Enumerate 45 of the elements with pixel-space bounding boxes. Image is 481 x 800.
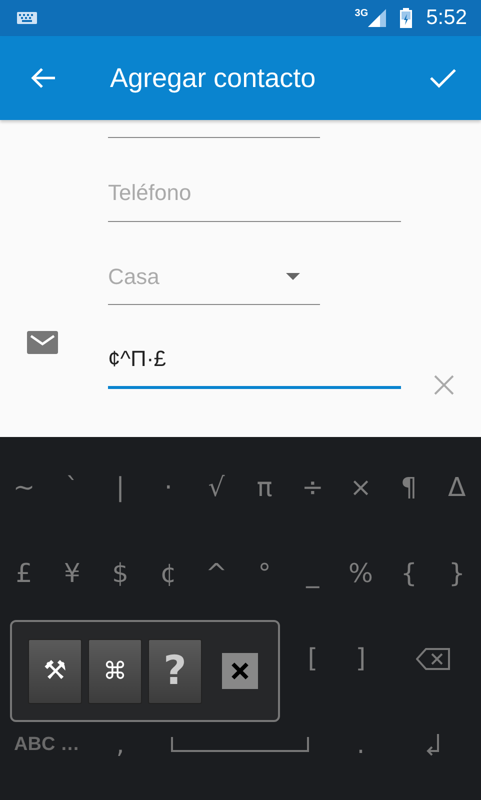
keyboard-key[interactable]: ° <box>240 558 289 589</box>
clock: 5:52 <box>426 6 467 30</box>
popup-key[interactable]: ⚒ <box>28 638 82 704</box>
keyboard-key[interactable]: Δ <box>432 472 481 503</box>
period-key[interactable]: . <box>336 730 385 760</box>
keyboard-key[interactable]: ¶ <box>384 472 433 503</box>
keyboard-icon <box>17 12 37 24</box>
keyboard-key[interactable]: _ <box>288 558 337 589</box>
dropdown-arrow-icon <box>286 273 300 281</box>
checkmark-icon[interactable] <box>429 67 457 89</box>
battery-icon <box>400 8 412 28</box>
envelope-icon <box>27 331 58 354</box>
keyboard-key[interactable]: | <box>96 472 144 503</box>
keyboard-key[interactable]: ] <box>336 644 385 674</box>
keyboard-key[interactable]: [ <box>288 644 337 674</box>
screen-title: Agregar contacto <box>110 62 317 94</box>
enter-icon[interactable] <box>426 734 440 756</box>
keyboard-key[interactable]: £ <box>0 558 48 589</box>
back-arrow-icon[interactable] <box>30 67 56 89</box>
popup-key[interactable]: ⌘ <box>88 638 142 704</box>
keyboard-key[interactable]: $ <box>96 558 144 589</box>
phone-field[interactable]: Teléfono <box>108 180 401 222</box>
keyboard-key[interactable]: · <box>144 472 192 503</box>
keyboard-key[interactable]: % <box>336 558 385 589</box>
keyboard-key[interactable]: ÷ <box>288 472 337 503</box>
keyboard-key[interactable]: × <box>336 472 385 503</box>
close-icon[interactable] <box>222 653 258 689</box>
space-bar-icon[interactable] <box>171 737 310 754</box>
keyboard-key[interactable]: π <box>240 472 289 503</box>
keyboard-key[interactable]: } <box>432 558 481 589</box>
keyboard-key[interactable]: ¥ <box>48 558 96 589</box>
abc-key[interactable]: ABC … <box>0 734 80 756</box>
email-field[interactable]: ¢^Π·£ <box>108 346 401 389</box>
keyboard-key[interactable]: ^ <box>192 558 240 589</box>
backspace-icon[interactable] <box>416 648 450 670</box>
signal-icon <box>368 9 386 27</box>
phone-type-dropdown[interactable]: Casa <box>108 264 320 305</box>
keyboard-key[interactable]: ` <box>48 472 96 503</box>
comma-key[interactable]: , <box>96 730 144 760</box>
keyboard-key[interactable]: ¢ <box>144 558 192 589</box>
popup-key[interactable]: ? <box>148 638 202 704</box>
keyboard-key[interactable]: ~ <box>0 472 48 503</box>
keyboard-key[interactable]: { <box>384 558 433 589</box>
keyboard-key[interactable]: √ <box>192 472 240 503</box>
network-type: 3G <box>354 8 368 19</box>
